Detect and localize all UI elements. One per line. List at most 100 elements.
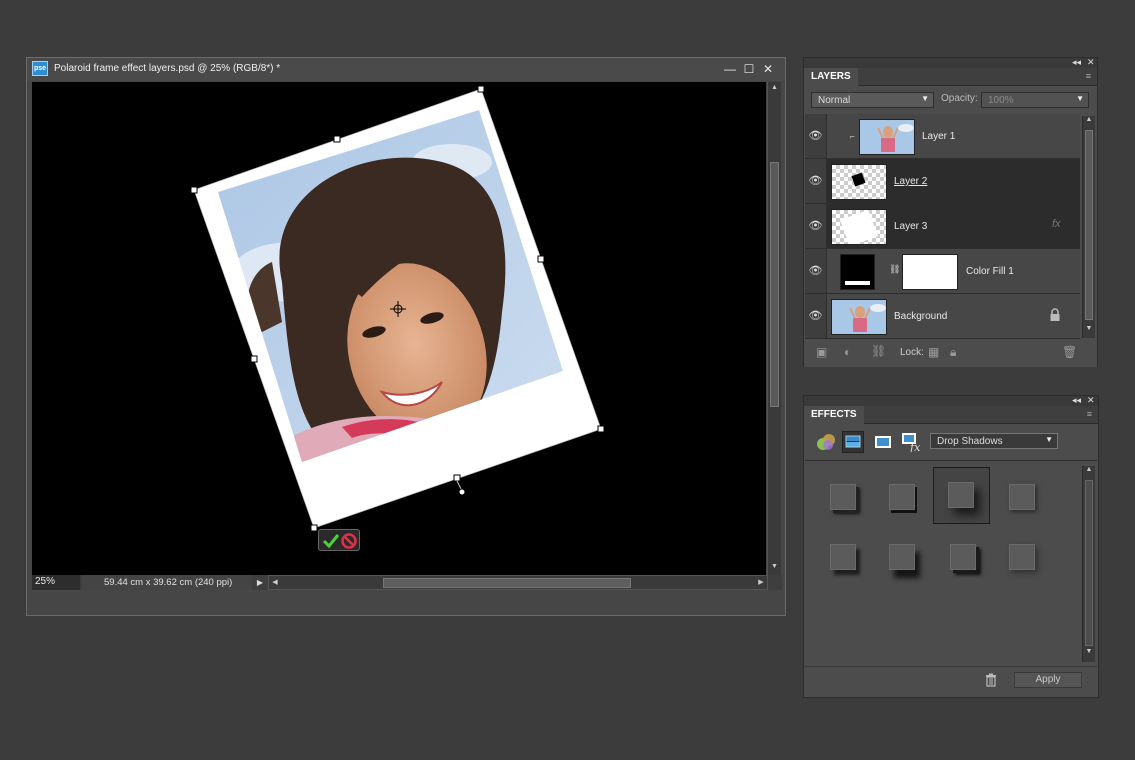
scroll-up-arrow-icon[interactable]: ▲ <box>1083 116 1095 123</box>
document-title: Polaroid frame effect layers.psd @ 25% (… <box>54 63 281 74</box>
drop-shadow-preset[interactable] <box>877 472 925 520</box>
eye-icon[interactable]: 👁 <box>805 249 827 293</box>
minimize-button[interactable]: — <box>723 62 737 76</box>
check-icon[interactable] <box>322 534 340 549</box>
panel-menu-icon[interactable]: ≡ <box>1087 409 1092 419</box>
layers-scrollbar[interactable]: ▲ ▼ <box>1082 116 1095 338</box>
panel-menu-icon[interactable]: ≡ <box>1086 71 1091 81</box>
transform-handle-bottom[interactable] <box>453 474 461 482</box>
rotate-handle[interactable] <box>458 488 466 496</box>
horizontal-scrollbar[interactable]: ◀ ▶ <box>268 575 768 590</box>
document-window: pse Polaroid frame effect layers.psd @ 2… <box>26 57 786 616</box>
cancel-icon[interactable] <box>341 533 357 549</box>
opacity-label: Opacity: <box>941 93 978 104</box>
mask-link-icon[interactable]: ⛓ <box>889 264 900 275</box>
panel-top-bar: ◂◂ ✕ <box>804 395 1098 406</box>
scroll-left-arrow-icon[interactable]: ◀ <box>269 576 281 589</box>
document-title-bar[interactable]: pse Polaroid frame effect layers.psd @ 2… <box>27 58 785 81</box>
layer-row-color-fill-1[interactable]: 👁 ⛓ Color Fill 1 <box>805 249 1080 294</box>
collapse-panel-icon[interactable]: ◂◂ <box>1072 57 1081 68</box>
layer-styles-tab[interactable] <box>842 431 864 453</box>
scroll-down-arrow-icon[interactable]: ▼ <box>768 561 781 573</box>
layer-name[interactable]: Color Fill 1 <box>966 266 1014 277</box>
layer-row-layer-1[interactable]: 👁 ⌐ Layer 1 <box>805 114 1080 159</box>
photo-effects-icon[interactable] <box>874 434 892 450</box>
drop-shadow-preset[interactable] <box>997 472 1045 520</box>
transform-handle-top[interactable] <box>333 135 341 143</box>
layer-style-fx-icon[interactable]: fx <box>1052 218 1061 230</box>
layer-name[interactable]: Layer 2 <box>894 176 927 187</box>
chevron-down-icon: ▼ <box>1045 435 1053 444</box>
layer-row-layer-2[interactable]: 👁 Layer 2 <box>805 159 1080 204</box>
vertical-scroll-thumb[interactable] <box>770 162 779 407</box>
maximize-button[interactable]: ☐ <box>742 62 756 76</box>
trash-icon[interactable] <box>985 673 997 687</box>
drop-shadow-preset-selected[interactable] <box>933 467 990 524</box>
effects-tab-bar: EFFECTS ≡ <box>804 406 1098 424</box>
eye-icon[interactable]: 👁 <box>805 294 827 338</box>
tab-layers[interactable]: LAYERS <box>804 68 858 86</box>
transform-handle-top-left[interactable] <box>190 186 198 194</box>
filters-icon[interactable] <box>816 433 836 451</box>
effects-scroll-thumb[interactable] <box>1085 480 1093 646</box>
transform-commit-controls <box>318 529 360 551</box>
scroll-down-arrow-icon[interactable]: ▼ <box>1083 325 1095 332</box>
eye-icon[interactable]: 👁 <box>805 204 827 248</box>
zoom-field[interactable]: 25% <box>32 575 80 590</box>
eye-icon[interactable]: 👁 <box>805 159 827 203</box>
opacity-field[interactable]: 100% ▼ <box>981 92 1089 108</box>
drop-shadow-preset[interactable] <box>877 532 925 580</box>
vertical-scrollbar[interactable]: ▲ ▼ <box>767 82 781 575</box>
fx-all-icon[interactable]: fx <box>901 432 923 452</box>
adjustment-layer-icon[interactable]: ◐ <box>844 345 851 359</box>
opacity-value: 100% <box>988 95 1014 106</box>
drop-shadow-preset[interactable] <box>818 532 866 580</box>
close-panel-icon[interactable]: ✕ <box>1087 57 1095 68</box>
app-badge-icon: pse <box>32 61 48 76</box>
transform-handle-right[interactable] <box>537 255 545 263</box>
transform-handle-top-right[interactable] <box>477 85 485 93</box>
mask-thumbnail <box>902 254 958 290</box>
drop-shadow-preset[interactable] <box>818 472 866 520</box>
drop-shadow-preset[interactable] <box>938 532 986 580</box>
layer-name[interactable]: Layer 3 <box>894 221 927 232</box>
scroll-right-arrow-icon[interactable]: ▶ <box>755 576 767 589</box>
chevron-down-icon: ▼ <box>921 94 929 103</box>
layer-name[interactable]: Background <box>894 311 947 322</box>
layers-tab-bar: LAYERS ≡ <box>804 68 1097 86</box>
effects-category-select[interactable]: Drop Shadows ▼ <box>930 433 1058 449</box>
image-canvas[interactable] <box>32 82 766 575</box>
apply-button[interactable]: Apply <box>1014 672 1082 688</box>
tab-effects[interactable]: EFFECTS <box>804 406 864 424</box>
horizontal-scroll-thumb[interactable] <box>383 578 631 588</box>
scroll-down-arrow-icon[interactable]: ▼ <box>1083 648 1095 655</box>
layer-styles-icon <box>845 435 861 448</box>
lock-label: Lock: <box>900 347 924 358</box>
layers-scroll-thumb[interactable] <box>1085 130 1093 320</box>
link-layers-icon[interactable]: ⛓ <box>871 344 886 358</box>
collapse-panel-icon[interactable]: ◂◂ <box>1072 395 1081 406</box>
lock-all-icon[interactable]: 🔒︎ <box>950 345 956 360</box>
layer-row-layer-3[interactable]: 👁 Layer 3 fx <box>805 204 1080 249</box>
blend-mode-select[interactable]: Normal ▼ <box>811 92 934 108</box>
effects-category-value: Drop Shadows <box>937 436 1003 447</box>
effects-panel: ◂◂ ✕ EFFECTS ≡ fx Drop Shadows ▼ ▲ ▼ App… <box>803 395 1099 698</box>
new-layer-icon[interactable]: ▣ <box>816 345 827 359</box>
close-panel-icon[interactable]: ✕ <box>1087 395 1095 406</box>
document-size-info: 59.44 cm x 39.62 cm (240 ppi) <box>82 575 252 590</box>
drop-shadow-preset[interactable] <box>997 532 1045 580</box>
scroll-up-arrow-icon[interactable]: ▲ <box>768 82 781 94</box>
transform-handle-left[interactable] <box>250 355 258 363</box>
transform-handle-bottom-right[interactable] <box>597 425 605 433</box>
trash-icon[interactable]: 🗑︎ <box>1062 345 1077 359</box>
transform-handle-bottom-left[interactable] <box>310 524 318 532</box>
layer-row-background[interactable]: 👁 Background <box>805 294 1080 339</box>
lock-transparent-pixels-icon[interactable]: ▦ <box>928 345 939 359</box>
scroll-up-arrow-icon[interactable]: ▲ <box>1083 466 1095 473</box>
status-menu-arrow-icon[interactable]: ▶ <box>254 575 266 590</box>
polaroid-image <box>190 85 605 532</box>
effects-scrollbar[interactable]: ▲ ▼ <box>1082 466 1095 662</box>
layer-name[interactable]: Layer 1 <box>922 131 955 142</box>
eye-icon[interactable]: 👁 <box>805 114 827 158</box>
close-button[interactable]: ✕ <box>761 62 775 76</box>
